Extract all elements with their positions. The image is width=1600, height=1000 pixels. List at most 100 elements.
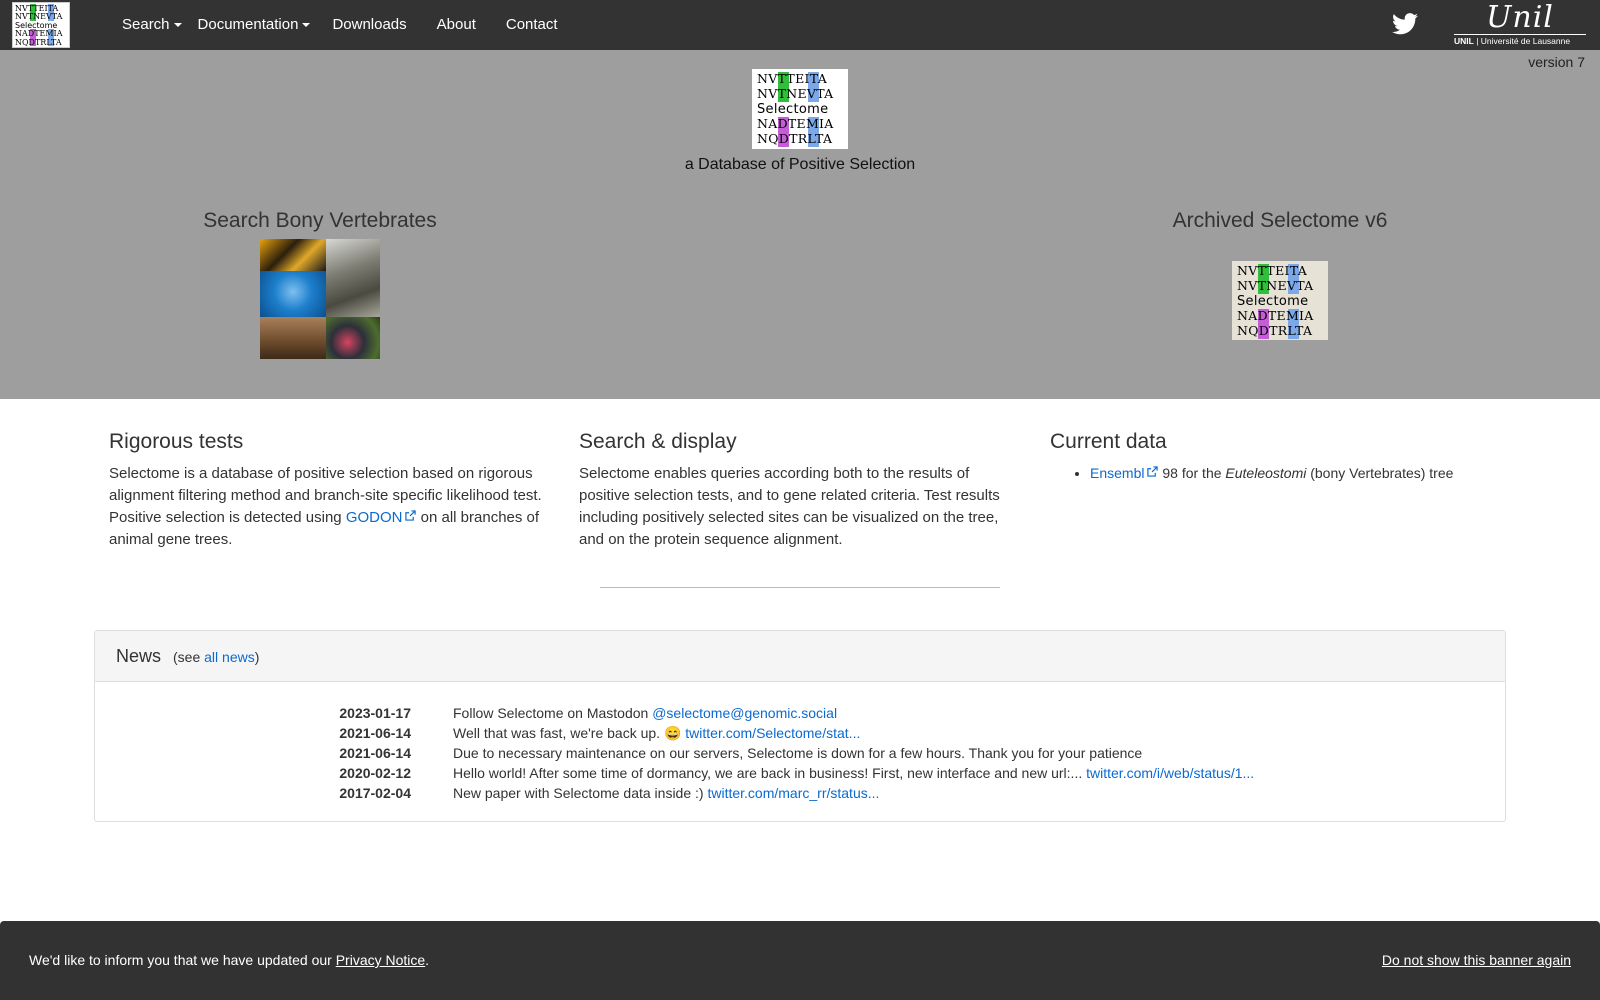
top-navbar: NVTTEITA NVTNEVTA Selectome NADTEMIA NQD… bbox=[0, 0, 1600, 50]
news-item: 2020-02-12 Hello world! After some time … bbox=[95, 763, 1254, 783]
chevron-down-icon bbox=[173, 23, 182, 27]
cassowary-image bbox=[326, 317, 380, 359]
news-date: 2021-06-14 bbox=[339, 745, 411, 761]
external-link-icon bbox=[405, 510, 417, 521]
nav-contact[interactable]: Contact bbox=[491, 0, 573, 50]
news-title: News bbox=[116, 645, 162, 666]
main-logo-row-2: NVTNEVTA bbox=[757, 86, 834, 101]
rigorous-tests-title: Rigorous tests bbox=[109, 430, 244, 453]
search-bony-vertebrates-title[interactable]: Search Bony Vertebrates bbox=[160, 209, 480, 233]
news-item: 2017-02-04 New paper with Selectome data… bbox=[95, 783, 1254, 803]
news-text-body: Follow Selectome on Mastodon bbox=[453, 705, 653, 721]
selectome-main-logo: NVTTEITA NVTNEVTA Selectome NADTEMIA NQD… bbox=[752, 69, 848, 149]
rigorous-tests-text: Selectome is a database of positive sele… bbox=[109, 463, 554, 551]
see-prefix: (see bbox=[173, 649, 205, 665]
search-display-title: Search & display bbox=[579, 430, 737, 453]
archived-selectome-logo-link[interactable]: NVTTEITA NVTNEVTA Selectome NADTEMIA NQD… bbox=[1232, 261, 1328, 340]
taxon-name: Euteleostomi bbox=[1225, 465, 1307, 481]
external-link-icon bbox=[1147, 466, 1159, 477]
current-data-list: Ensembl 98 for the Euteleostomi (bony Ve… bbox=[1090, 463, 1495, 483]
main-nav: Search Documentation Downloads About Con… bbox=[108, 0, 573, 50]
nav-documentation-label: Documentation bbox=[197, 16, 299, 33]
logo-row-2: NVTNEVTA bbox=[15, 12, 63, 21]
news-date: 2020-02-12 bbox=[339, 765, 411, 781]
current-data-mid: 98 for the bbox=[1158, 465, 1226, 481]
unil-logo[interactable]: Unil UNIL | Université de Lausanne bbox=[1454, 2, 1586, 48]
godon-link[interactable]: GODON bbox=[346, 509, 417, 526]
news-item: 2021-06-14 Well that was fast, we're bac… bbox=[95, 723, 1254, 743]
news-link[interactable]: twitter.com/Selectome/stat... bbox=[685, 725, 860, 741]
main-logo-row-3: Selectome bbox=[757, 102, 828, 117]
news-list: 2023-01-17 Follow Selectome on Mastodon … bbox=[95, 703, 1254, 803]
godon-link-label: GODON bbox=[345, 509, 403, 526]
archive-logo-row-3: Selectome bbox=[1237, 294, 1308, 309]
news-link[interactable]: twitter.com/i/web/status/1... bbox=[1086, 765, 1254, 781]
nav-about[interactable]: About bbox=[422, 0, 491, 50]
news-link[interactable]: @selectome@genomic.social bbox=[652, 705, 837, 721]
archive-logo-row-4: NADTEMIA bbox=[1237, 308, 1314, 323]
selectome-brand-logo[interactable]: NVTTEITA NVTNEVTA Selectome NADTEMIA NQD… bbox=[12, 2, 70, 48]
unil-logo-bold: UNIL bbox=[1454, 36, 1474, 46]
archive-logo-row-5: NQDTRLTA bbox=[1237, 323, 1313, 338]
selectome-logo-graphic: NVTTEITA NVTNEVTA Selectome NADTEMIA NQD… bbox=[15, 4, 63, 47]
nav-search-dropdown[interactable]: Search bbox=[108, 0, 188, 50]
news-link[interactable]: twitter.com/marc_rr/status... bbox=[707, 785, 879, 801]
nav-downloads[interactable]: Downloads bbox=[318, 0, 421, 50]
news-date: 2021-06-14 bbox=[339, 725, 411, 741]
nav-about-label: About bbox=[436, 16, 476, 33]
feature-search-display: Search & display Selectome enables queri… bbox=[579, 430, 1024, 551]
privacy-banner-text: We'd like to inform you that we have upd… bbox=[29, 952, 336, 968]
main-logo-row-1: NVTTEITA bbox=[757, 71, 828, 86]
ensembl-link-label: Ensembl bbox=[1090, 465, 1145, 481]
news-date: 2023-01-17 bbox=[339, 705, 411, 721]
logo-row-5: NQDTRLTA bbox=[15, 38, 62, 47]
dismiss-banner-link[interactable]: Do not show this banner again bbox=[1382, 952, 1571, 968]
nav-search-label: Search bbox=[122, 16, 170, 33]
privacy-notice-link[interactable]: Privacy Notice bbox=[336, 952, 425, 968]
unil-logo-university: | Université de Lausanne bbox=[1473, 36, 1571, 46]
news-text-body: New paper with Selectome data inside :) bbox=[453, 785, 708, 801]
archived-selectome-title[interactable]: Archived Selectome v6 bbox=[1120, 209, 1440, 233]
crocodile-image bbox=[326, 239, 380, 317]
news-text-body: Hello world! After some time of dormancy… bbox=[453, 765, 1087, 781]
news-text: New paper with Selectome data inside :) … bbox=[411, 783, 879, 803]
main-logo-row-4: NADTEMIA bbox=[757, 116, 834, 131]
ensembl-link[interactable]: Ensembl bbox=[1090, 465, 1159, 481]
news-text-body: Well that was fast, we're back up. 😄 bbox=[453, 725, 686, 741]
see-suffix: ) bbox=[254, 649, 260, 665]
shrew-image bbox=[260, 317, 326, 359]
news-text: Follow Selectome on Mastodon @selectome@… bbox=[411, 703, 837, 723]
search-display-text: Selectome enables queries according both… bbox=[579, 465, 1000, 548]
news-text: Due to necessary maintenance on our serv… bbox=[411, 743, 1142, 763]
archive-logo-row-2: NVTNEVTA bbox=[1237, 278, 1314, 293]
bony-vertebrates-image-link[interactable] bbox=[260, 239, 380, 359]
privacy-banner-message: We'd like to inform you that we have upd… bbox=[29, 952, 429, 968]
section-divider bbox=[600, 587, 1000, 588]
current-data-title: Current data bbox=[1050, 430, 1167, 453]
hero-section: version 7 NVTTEITA NVTNEVTA Selectome NA… bbox=[0, 50, 1600, 399]
news-text: Well that was fast, we're back up. 😄 twi… bbox=[411, 723, 860, 743]
sunfish-image bbox=[260, 271, 326, 317]
hero-tagline: a Database of Positive Selection bbox=[684, 156, 916, 173]
current-data-item: Ensembl 98 for the Euteleostomi (bony Ve… bbox=[1090, 463, 1495, 483]
salamander-image bbox=[260, 239, 326, 271]
unil-logo-subtitle: UNIL | Université de Lausanne bbox=[1454, 34, 1586, 47]
feature-current-data: Current data Ensembl 98 for the Euteleos… bbox=[1050, 430, 1495, 483]
chevron-down-icon bbox=[302, 23, 311, 27]
all-news-link[interactable]: all news bbox=[204, 649, 255, 665]
unil-logo-script: Unil bbox=[1486, 0, 1554, 35]
news-panel-header: News (see all news) bbox=[95, 631, 1505, 682]
privacy-banner: We'd like to inform you that we have upd… bbox=[0, 921, 1600, 1000]
version-label: version 7 bbox=[1528, 54, 1585, 70]
see-all-news: (see all news) bbox=[173, 649, 259, 665]
nav-documentation-dropdown[interactable]: Documentation bbox=[188, 0, 319, 50]
news-date: 2017-02-04 bbox=[339, 785, 411, 801]
news-text: Hello world! After some time of dormancy… bbox=[411, 763, 1254, 783]
main-logo-row-5: NQDTRLTA bbox=[757, 131, 833, 146]
news-text-body: Due to necessary maintenance on our serv… bbox=[453, 745, 1143, 761]
news-item: 2021-06-14 Due to necessary maintenance … bbox=[95, 743, 1254, 763]
nav-downloads-label: Downloads bbox=[332, 16, 407, 33]
archive-logo-row-1: NVTTEITA bbox=[1237, 263, 1308, 278]
twitter-icon[interactable] bbox=[1392, 13, 1418, 35]
news-panel: News (see all news) 2023-01-17 Follow Se… bbox=[94, 630, 1506, 822]
